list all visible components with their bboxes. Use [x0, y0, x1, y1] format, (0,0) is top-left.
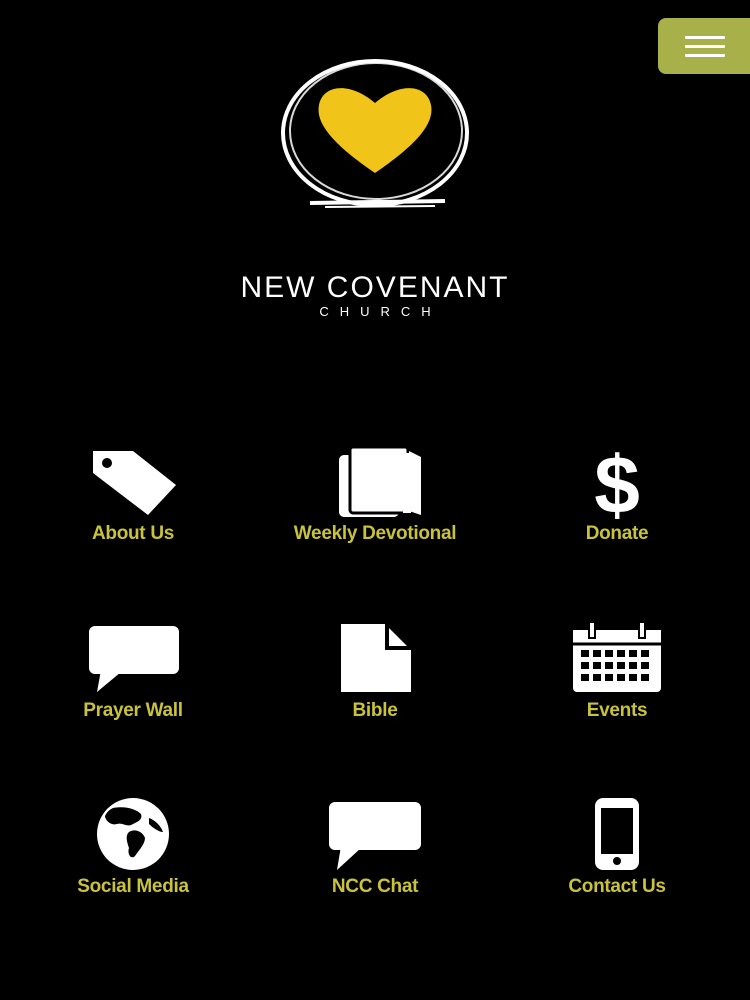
- phone-icon: [595, 798, 639, 870]
- tile-social-media[interactable]: Social Media: [8, 798, 258, 928]
- brand-subtitle: CHURCH: [319, 304, 442, 319]
- tile-label: About Us: [91, 523, 175, 544]
- tile-ncc-chat[interactable]: NCC Chat: [250, 798, 500, 928]
- tile-events[interactable]: Events: [492, 622, 742, 752]
- speech-bubble-icon: [89, 626, 179, 692]
- church-logo: NEW COVENANT CHURCH: [0, 55, 750, 319]
- tile-label: Donate: [585, 523, 649, 544]
- tile-donate[interactable]: $ Donate: [492, 445, 742, 575]
- heart-circle-logo-icon: [281, 59, 469, 208]
- tag-icon: [93, 451, 176, 515]
- tile-about-us[interactable]: About Us: [8, 445, 258, 575]
- book-icon: [339, 445, 421, 517]
- tile-label: Contact Us: [568, 876, 666, 897]
- tile-label: Weekly Devotional: [293, 523, 457, 544]
- chat-icon: [329, 802, 421, 870]
- calendar-icon: [573, 622, 661, 692]
- dollar-icon: $: [594, 445, 640, 520]
- brand-name: NEW COVENANT: [240, 271, 510, 304]
- tile-label: Events: [586, 700, 648, 721]
- tile-label: Bible: [352, 700, 398, 721]
- svg-text:$: $: [594, 445, 640, 520]
- tile-label: Social Media: [77, 876, 189, 897]
- globe-icon: [97, 798, 169, 870]
- tile-label: NCC Chat: [331, 876, 419, 897]
- document-icon: [341, 624, 411, 692]
- tile-contact-us[interactable]: Contact Us: [492, 798, 742, 928]
- tile-bible[interactable]: Bible: [250, 622, 500, 752]
- tile-label: Prayer Wall: [83, 700, 183, 721]
- tile-weekly-devotional[interactable]: Weekly Devotional: [250, 445, 500, 575]
- tile-prayer-wall[interactable]: Prayer Wall: [8, 622, 258, 752]
